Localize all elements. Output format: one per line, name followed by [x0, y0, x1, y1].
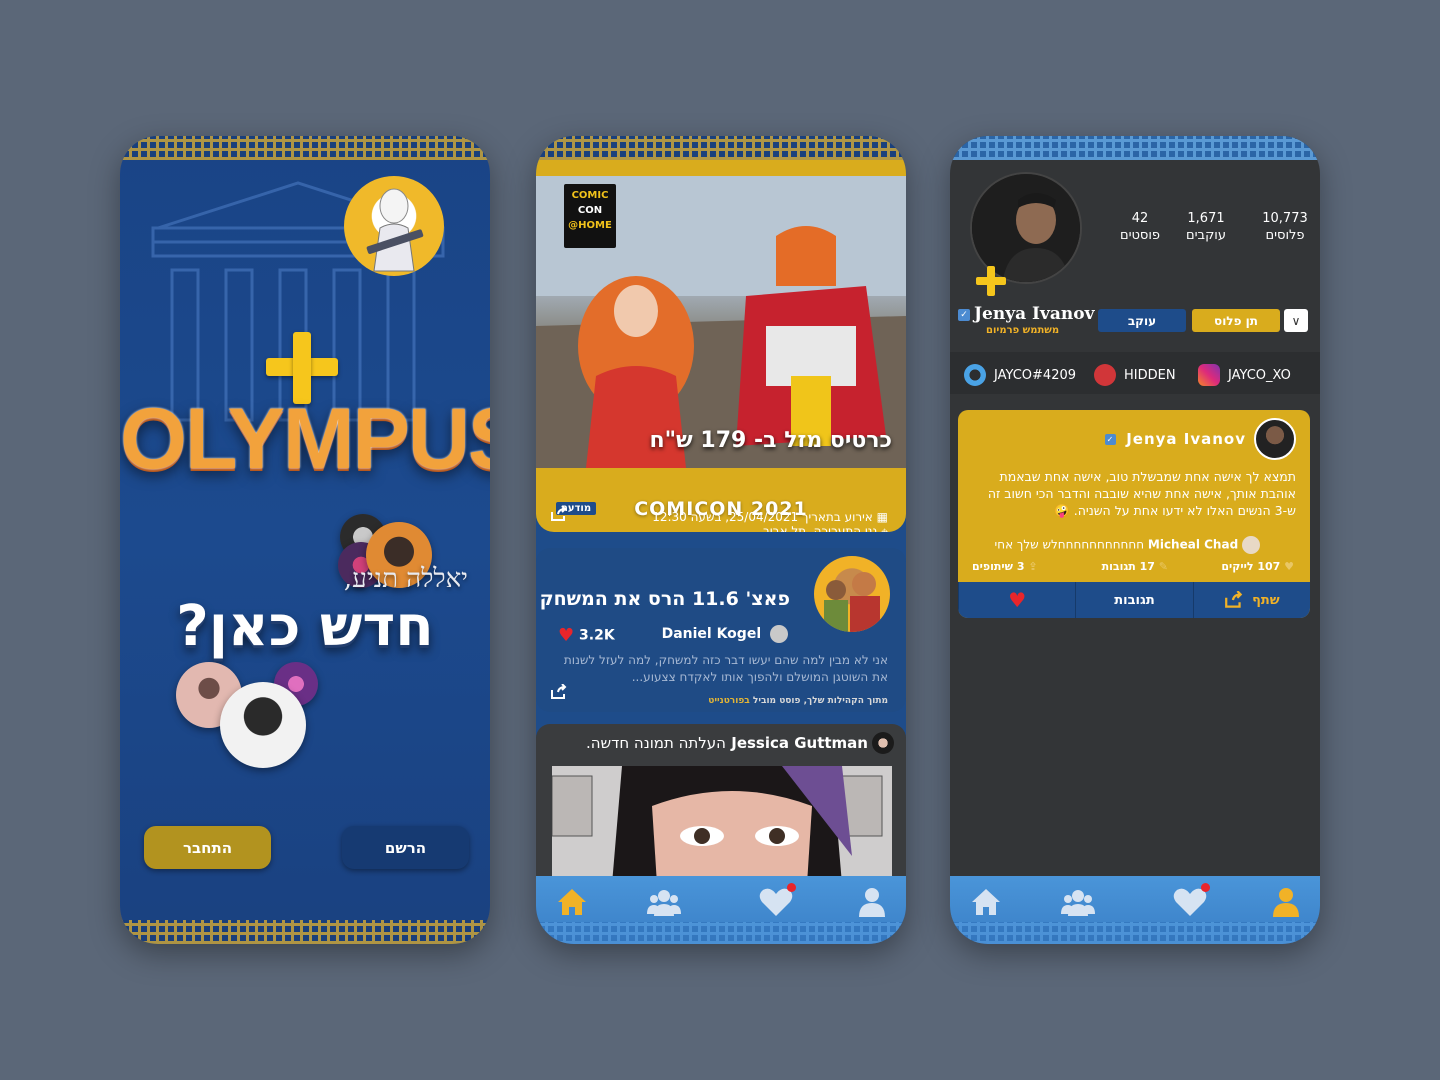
register-button[interactable]: הרשם: [342, 826, 469, 869]
share-button[interactable]: שתף: [1192, 582, 1310, 618]
home-icon: [558, 889, 586, 915]
tab-favorites[interactable]: [1172, 883, 1210, 918]
event-card[interactable]: COMIC CON @HOME כרטיס מזל ב- 179 ש"ח מוד…: [536, 160, 906, 532]
share-icon: [1225, 591, 1243, 608]
profile-name: Jenya Ivanov: [974, 304, 1095, 324]
headline: חדש כאן?: [176, 594, 434, 659]
comments-count[interactable]: ✎ 17 תגובות: [1102, 560, 1168, 573]
post-body: אני לא מבין למה שהם יעשו דבר כזה למשחק, …: [563, 653, 888, 684]
social-links: JAYCO_XO HIDDEN JAYCO#4209: [950, 352, 1320, 394]
post-title: פאצ' 11.6 הרס את המשחק: [539, 588, 790, 610]
shares-count[interactable]: ⇪ 3 שיתופים: [972, 560, 1038, 573]
heart-icon: ♥: [558, 625, 575, 646]
like-button[interactable]: ♥: [958, 582, 1075, 618]
riot-icon: [1094, 364, 1116, 386]
verified-icon: ✓: [958, 309, 970, 321]
author-avatar: [770, 625, 788, 643]
social-battlenet[interactable]: JAYCO#4209: [964, 364, 1076, 386]
comment-icon: ✎: [1158, 560, 1168, 573]
notification-dot: [787, 883, 796, 892]
share-icon[interactable]: [550, 684, 568, 700]
post-author[interactable]: Daniel Kogel: [662, 625, 788, 643]
options-dropdown[interactable]: ∨: [1284, 309, 1308, 332]
comments-button[interactable]: תגובות: [1075, 582, 1192, 618]
post-author-name: ✓ Jenya Ivanov: [1104, 430, 1246, 448]
heart-icon: [1173, 888, 1207, 916]
tab-home[interactable]: [554, 886, 590, 918]
bottom-tab-bar: [950, 876, 1320, 944]
follow-button[interactable]: עוקב: [1098, 309, 1186, 332]
heart-icon: ♥: [1008, 588, 1027, 612]
welcome-screen: OLYMPUS יאללה תניע, חדש כאן? התחבר הרשם: [120, 136, 490, 944]
tabbar-pattern: [950, 922, 1320, 944]
post-avatar: [814, 556, 890, 632]
calendar-icon: ▦: [876, 510, 888, 524]
share-icon[interactable]: [550, 506, 568, 522]
user-icon: [1273, 888, 1299, 917]
tab-home[interactable]: [968, 886, 1004, 918]
tab-community[interactable]: [1060, 886, 1096, 918]
greek-border-top: [120, 136, 490, 160]
give-plus-button[interactable]: תן פלוס: [1192, 309, 1280, 332]
tab-profile[interactable]: [1268, 886, 1304, 918]
share-small-icon: ⇪: [1028, 560, 1038, 573]
photo-post-line: Jessica Guttman העלתה תמונה חדשה.: [585, 734, 868, 752]
premium-label: משתמש פרמיום: [986, 325, 1060, 336]
top-comment: Micheal Chad חחחחחחחחחחחלש שלך אחי: [995, 536, 1260, 554]
heart-icon: [759, 888, 793, 916]
plus-badge-icon: [976, 266, 1006, 296]
reply-avatar: [1242, 536, 1260, 554]
instagram-icon: [1198, 364, 1220, 386]
group-icon: [1061, 890, 1095, 916]
app-logo: OLYMPUS: [120, 391, 490, 487]
stat-followers[interactable]: 1,671 עוקבים: [1176, 210, 1236, 244]
location-pin-icon: ⌖: [881, 524, 888, 532]
user-icon: [859, 888, 885, 917]
post-actions: ♥ תגובות שתף: [958, 582, 1310, 618]
bottom-tab-bar: [536, 876, 906, 944]
avatar-bubble: [220, 682, 306, 768]
profile-post-card[interactable]: ✓ Jenya Ivanov תמצא לך אישה אחת שמבשלת ט…: [958, 410, 1310, 618]
social-instagram[interactable]: JAYCO_XO: [1198, 364, 1291, 386]
chevron-down-icon: ∨: [1291, 313, 1301, 328]
post-text: תמצא לך אישה אחת שמבשלת טוב, אישה אחת שב…: [987, 469, 1296, 518]
verified-icon: ✓: [1104, 434, 1116, 445]
stat-plus: 10,773 פלוסים: [1262, 211, 1308, 243]
post-author-avatar: [1254, 418, 1296, 460]
login-button[interactable]: התחבר: [144, 826, 271, 869]
social-riot[interactable]: HIDDEN: [1094, 364, 1176, 386]
event-title: כרטיס מזל ב- 179 ש"ח: [649, 428, 892, 453]
post-card[interactable]: פאצ' 11.6 הרס את המשחק Daniel Kogel ♥ 3.…: [536, 548, 906, 835]
greek-border-top: [536, 136, 906, 160]
tabbar-pattern: [536, 922, 906, 944]
avatar-character: [344, 176, 444, 276]
likes-count[interactable]: ♥ 107 לייקים: [1221, 560, 1294, 573]
stat-posts[interactable]: 42 פוסטים: [1110, 210, 1170, 244]
event-location: ⌖ גני התערוכה, תל אביב: [763, 524, 888, 532]
tab-favorites[interactable]: [758, 883, 796, 918]
tab-community[interactable]: [646, 886, 682, 918]
comic-con-logo: COMIC CON @HOME: [564, 184, 616, 248]
notification-dot: [1201, 883, 1210, 892]
greek-border-bottom: [120, 920, 490, 944]
photo-author[interactable]: Jessica Guttman: [731, 734, 868, 752]
feed-screen: COMIC CON @HOME כרטיס מזל ב- 179 ש"ח מוד…: [536, 136, 906, 944]
profile-screen: 10,773 פלוסים 1,671 עוקבים 42 פוסטים ✓ Jeny…: [950, 136, 1320, 944]
photo-author-avatar: [872, 732, 894, 754]
photo-post-card[interactable]: Jessica Guttman העלתה תמונה חדשה.: [536, 724, 906, 884]
battlenet-icon: [964, 364, 986, 386]
heart-icon: ♥: [1284, 560, 1294, 573]
event-datetime: ▦ אירוע בתאריך 25/04/2021, בשעה 12:30: [652, 510, 888, 524]
event-photo: COMIC CON @HOME: [536, 176, 906, 468]
tab-profile[interactable]: [854, 886, 890, 918]
post-source: מתוך הקהילות שלך, פוסט מוביל בפורטנייט: [708, 696, 888, 706]
greek-border-top: [950, 136, 1320, 160]
home-icon: [972, 889, 1000, 915]
greeting-text: יאללה תניע,: [343, 564, 468, 594]
post-likes[interactable]: ♥ 3.2K: [558, 625, 615, 646]
group-icon: [647, 890, 681, 916]
uploaded-photo[interactable]: [552, 766, 892, 884]
